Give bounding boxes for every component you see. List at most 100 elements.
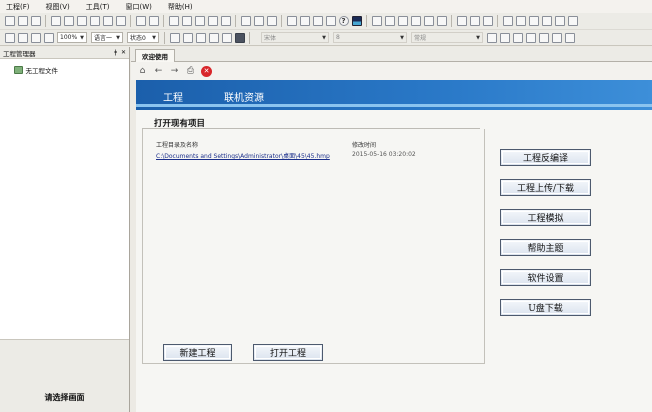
forward-arrow-icon[interactable]: → [169, 66, 180, 77]
decompile-button[interactable]: 工程反编译 [500, 149, 591, 166]
column-header-directory: 工程目录及名称 [156, 142, 199, 149]
recent-project-link[interactable]: C:\Documents and Settings\Administrator\… [156, 151, 330, 160]
lines-icon[interactable] [221, 32, 232, 43]
align-bottom-icon[interactable] [410, 16, 421, 26]
zoom-in-icon[interactable] [43, 32, 54, 43]
circle-icon[interactable] [208, 32, 219, 43]
open-file-icon[interactable] [17, 16, 28, 26]
align-left-icon[interactable] [371, 16, 382, 26]
display-icon[interactable] [351, 16, 362, 26]
chevron-down-icon: ▼ [322, 34, 326, 41]
fit-icon[interactable] [17, 32, 28, 43]
pen-icon[interactable] [266, 16, 277, 26]
pin-icon[interactable]: ǂ [114, 49, 117, 56]
chevron-down-icon: ▼ [476, 34, 480, 41]
image-icon[interactable] [195, 32, 206, 43]
home-icon[interactable]: ⌂ [137, 66, 148, 77]
window-icon[interactable] [76, 16, 87, 26]
italic-icon[interactable] [499, 32, 510, 43]
ungroup-icon[interactable] [469, 16, 480, 26]
menu-view[interactable]: 视图(V) [46, 2, 70, 12]
download-icon[interactable] [115, 16, 126, 26]
cut-icon[interactable] [168, 16, 179, 26]
send-back-icon[interactable] [436, 16, 447, 26]
redo-icon[interactable] [253, 16, 264, 26]
back-arrow-icon[interactable]: ← [153, 66, 164, 77]
tab-welcome[interactable]: 欢迎使用 [135, 49, 175, 62]
rotate-icon[interactable] [482, 16, 493, 26]
same-size-icon[interactable] [528, 16, 539, 26]
monitor-icon[interactable] [325, 16, 336, 26]
tree-item-label: 无工程文件 [25, 67, 59, 75]
banner-tab-online-resources[interactable]: 联机资源 [224, 89, 264, 104]
run-icon[interactable] [299, 16, 310, 26]
font-name-select[interactable]: 宋体 ▼ [261, 32, 329, 43]
menu-project[interactable]: 工程(F) [6, 2, 30, 12]
screen-icon[interactable] [50, 16, 61, 26]
upload-download-button[interactable]: 工程上传/下载 [500, 179, 591, 196]
help-topics-button[interactable]: 帮助主题 [500, 239, 591, 256]
text-align-center-icon[interactable] [538, 32, 549, 43]
simulate-button[interactable]: 工程模拟 [500, 209, 591, 226]
new-file-icon[interactable] [4, 16, 15, 26]
close-icon[interactable]: ✕ [121, 49, 126, 56]
zoom-value: 100% [60, 34, 78, 41]
text-align-left-icon[interactable] [525, 32, 536, 43]
recent-project-time: 2015-05-16 03:20:02 [352, 151, 416, 158]
project-manager-title: 工程管理器 [3, 49, 36, 58]
zoom-select[interactable]: 100% ▼ [57, 32, 87, 43]
paste-icon[interactable] [194, 16, 205, 26]
space-vertical-icon[interactable] [554, 16, 565, 26]
bring-front-icon[interactable] [423, 16, 434, 26]
delete-icon[interactable] [220, 16, 231, 26]
state-select[interactable]: 状态0 ▼ [127, 32, 159, 43]
save-icon[interactable] [135, 16, 146, 26]
rectangle-icon[interactable] [169, 32, 180, 43]
fill-icon[interactable] [234, 32, 245, 43]
save-all-icon[interactable] [148, 16, 159, 26]
help-icon[interactable]: ? [338, 16, 349, 26]
print-icon[interactable]: ⎙ [185, 66, 196, 77]
menu-tools[interactable]: 工具(T) [86, 2, 110, 12]
screen-copy-icon[interactable] [63, 16, 74, 26]
font-style-select[interactable]: 常规 ▼ [411, 32, 483, 43]
column-header-modified: 修改时间 [352, 142, 377, 149]
menu-window[interactable]: 窗口(W) [126, 2, 152, 12]
import-icon[interactable] [30, 16, 41, 26]
simulate-icon[interactable] [312, 16, 323, 26]
menu-help[interactable]: 帮助(H) [168, 2, 193, 12]
undo-icon[interactable] [240, 16, 251, 26]
bold-icon[interactable] [486, 32, 497, 43]
align-right-icon[interactable] [384, 16, 395, 26]
same-width-icon[interactable] [502, 16, 513, 26]
text-color-icon[interactable] [564, 32, 575, 43]
compile-icon[interactable] [286, 16, 297, 26]
copy-icon[interactable] [181, 16, 192, 26]
language-select[interactable]: 语言一 ▼ [91, 32, 123, 43]
underline-icon[interactable] [512, 32, 523, 43]
software-settings-button[interactable]: 软件设置 [500, 269, 591, 286]
banner-tab-project[interactable]: 工程 [163, 89, 183, 104]
center-icon[interactable] [567, 16, 578, 26]
open-project-button[interactable]: 打开工程 [253, 344, 323, 361]
font-size-select[interactable]: 8 ▼ [333, 32, 407, 43]
group-icon[interactable] [456, 16, 467, 26]
browser-nav-bar: ⌂ ← → ⎙ ✕ [131, 62, 652, 80]
grid-icon[interactable] [207, 16, 218, 26]
screen-preview-area: 请选择画面 [0, 339, 129, 412]
usb-download-button[interactable]: U盘下载 [500, 299, 591, 316]
stop-icon[interactable]: ✕ [201, 65, 212, 77]
space-horizontal-icon[interactable] [541, 16, 552, 26]
chevron-down-icon: ▼ [80, 34, 84, 41]
toolbar-separator [281, 15, 282, 27]
layer-icon[interactable] [4, 32, 15, 43]
same-height-icon[interactable] [515, 16, 526, 26]
print-icon[interactable] [102, 16, 113, 26]
frame-icon[interactable] [89, 16, 100, 26]
text-align-right-icon[interactable] [551, 32, 562, 43]
new-project-button[interactable]: 新建工程 [163, 344, 232, 361]
tree-item-no-project[interactable]: 无工程文件 [12, 65, 129, 75]
text-icon[interactable] [182, 32, 193, 43]
zoom-out-icon[interactable] [30, 32, 41, 43]
align-top-icon[interactable] [397, 16, 408, 26]
